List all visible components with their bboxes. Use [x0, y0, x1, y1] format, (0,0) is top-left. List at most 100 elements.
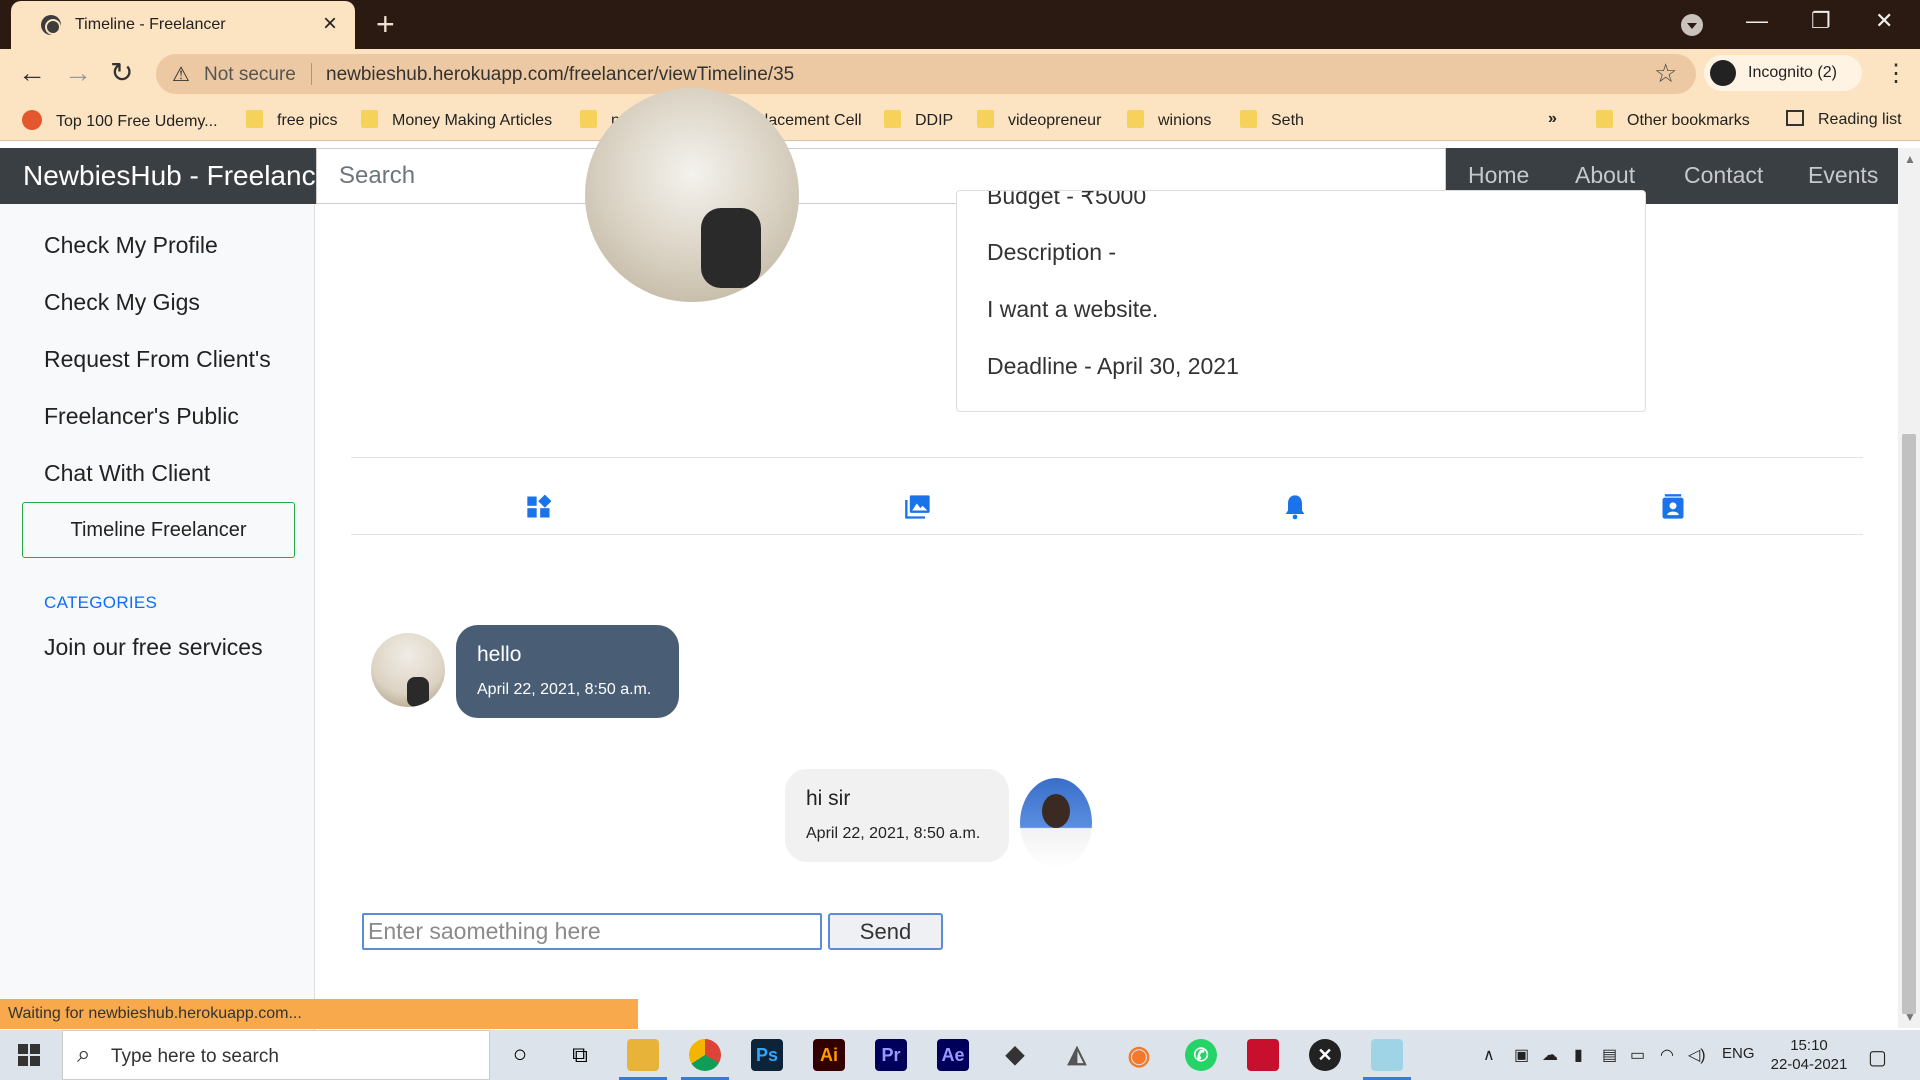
browser-tab[interactable]: Timeline - Freelancer ×	[11, 1, 355, 49]
wifi-icon[interactable]: ◠	[1660, 1045, 1674, 1065]
sidebar-item-chat[interactable]: Chat With Client	[44, 460, 210, 487]
bookmark-folder[interactable]: winions	[1127, 110, 1211, 130]
address-separator	[311, 63, 312, 85]
nav-about[interactable]: About	[1575, 162, 1635, 189]
loading-status: Waiting for newbieshub.herokuapp.com...	[0, 999, 638, 1029]
restore-icon[interactable]: ❐	[1811, 8, 1831, 34]
back-icon[interactable]: ←	[18, 59, 46, 87]
address-bar[interactable]: ⚠ Not secure newbieshub.herokuapp.com/fr…	[156, 54, 1696, 94]
incognito-profile-button[interactable]: Incognito (2)	[1704, 55, 1862, 91]
photoshop-icon[interactable]: Ps	[751, 1039, 783, 1071]
reading-list-icon	[1786, 110, 1804, 126]
task-view-icon[interactable]: ⧉	[564, 1039, 596, 1071]
onedrive-icon[interactable]: ☁	[1542, 1045, 1558, 1065]
tabs-bottom-divider	[351, 534, 1863, 535]
scrollbar-thumb[interactable]	[1902, 434, 1916, 1014]
bookmarks-overflow-button[interactable]: »	[1548, 110, 1557, 128]
bookmark-folder[interactable]: Seth	[1240, 110, 1304, 130]
job-details-card: Budget - ₹5000 Description - I want a we…	[956, 190, 1646, 412]
app-icon[interactable]: ◭	[1061, 1039, 1093, 1071]
menu-kebab-icon[interactable]: ⋮	[1884, 59, 1908, 88]
reload-icon[interactable]: ↻	[110, 59, 133, 87]
dashboard-icon[interactable]	[525, 493, 553, 521]
windows-start-icon[interactable]	[18, 1044, 40, 1066]
cortana-icon[interactable]: ○	[504, 1039, 536, 1071]
bookmark-folder[interactable]: Money Making Articles	[361, 110, 552, 130]
language-indicator[interactable]: ENG	[1722, 1045, 1755, 1062]
bell-icon[interactable]	[1281, 493, 1309, 521]
message-timestamp: April 22, 2021, 8:50 a.m.	[477, 681, 652, 698]
tab-search-icon[interactable]	[1681, 14, 1703, 36]
other-bookmarks[interactable]: Other bookmarks	[1596, 110, 1750, 130]
microphone-icon[interactable]: ▮	[1574, 1045, 1583, 1065]
battery-icon[interactable]: ▭	[1630, 1045, 1645, 1065]
tab-title: Timeline - Freelancer	[75, 16, 226, 33]
categories-heading: CATEGORIES	[44, 593, 158, 612]
job-description: I want a website.	[987, 296, 1159, 322]
volume-icon[interactable]: ◁)	[1688, 1045, 1706, 1065]
sidebar-item-gigs[interactable]: Check My Gigs	[44, 289, 200, 316]
taskbar-search[interactable]: ⌕ Type here to search	[62, 1030, 490, 1080]
whatsapp-icon[interactable]: ✆	[1185, 1039, 1217, 1071]
udemy-icon	[22, 110, 42, 130]
folder-icon	[977, 110, 994, 128]
clock-time: 15:10	[1790, 1037, 1828, 1054]
folder-icon	[1596, 110, 1613, 128]
illustrator-icon[interactable]: Ai	[813, 1039, 845, 1071]
send-button[interactable]: Send	[828, 913, 943, 950]
tray-app-icon[interactable]: ▣	[1514, 1045, 1529, 1065]
app-icon[interactable]	[1247, 1039, 1279, 1071]
tray-chevron-icon[interactable]: ∧	[1483, 1045, 1495, 1065]
bookmark-star-icon[interactable]: ☆	[1654, 58, 1677, 89]
file-explorer-icon[interactable]	[627, 1039, 659, 1071]
job-description-label: Description -	[987, 239, 1117, 265]
bookmark-folder[interactable]: videopreneur	[977, 110, 1101, 130]
site-brand[interactable]: NewbiesHub - Freelancer	[23, 160, 315, 192]
bookmark-folder[interactable]: free pics	[246, 110, 337, 130]
new-tab-button[interactable]: +	[376, 6, 395, 43]
clock-date: 22-04-2021	[1770, 1056, 1848, 1073]
nav-events[interactable]: Events	[1808, 162, 1878, 189]
notifications-icon[interactable]: ▢	[1868, 1045, 1887, 1070]
nav-contact[interactable]: Contact	[1684, 162, 1763, 189]
page-scrollbar[interactable]: ▲ ▼	[1898, 148, 1920, 1028]
nav-home[interactable]: Home	[1468, 162, 1529, 189]
incognito-icon	[1710, 60, 1736, 86]
contact-card-icon[interactable]	[1659, 493, 1687, 521]
sidebar-item-profile[interactable]: Check My Profile	[44, 232, 218, 259]
warning-icon[interactable]: ⚠	[172, 62, 190, 87]
sidebar-item-free-services[interactable]: Join our free services	[44, 634, 263, 661]
blender-icon[interactable]: ◉	[1123, 1039, 1155, 1071]
folder-icon	[1127, 110, 1144, 128]
premiere-icon[interactable]: Pr	[875, 1039, 907, 1071]
close-tab-icon[interactable]: ×	[323, 10, 337, 38]
search-icon: ⌕	[77, 1041, 91, 1068]
after-effects-icon[interactable]: Ae	[937, 1039, 969, 1071]
minimize-icon[interactable]: —	[1746, 8, 1768, 34]
browser-tab-strip: Timeline - Freelancer × + — ❐ ✕	[0, 0, 1920, 49]
app-icon[interactable]: ◆	[999, 1039, 1031, 1071]
images-icon[interactable]	[904, 493, 932, 521]
message-timestamp: April 22, 2021, 8:50 a.m.	[806, 825, 981, 842]
chrome-icon[interactable]	[689, 1039, 721, 1071]
scroll-up-icon[interactable]: ▲	[1904, 152, 1916, 166]
tray-app-icon[interactable]: ▤	[1602, 1045, 1617, 1065]
reading-list[interactable]: Reading list	[1786, 110, 1902, 129]
folder-icon	[361, 110, 378, 128]
incognito-label: Incognito (2)	[1748, 64, 1837, 81]
forward-icon[interactable]: →	[64, 59, 92, 87]
taskbar-clock[interactable]: 15:10 22-04-2021	[1769, 1036, 1849, 1074]
sidebar-item-public[interactable]: Freelancer's Public	[44, 403, 239, 430]
bookmark-item[interactable]: Top 100 Free Udemy...	[22, 110, 218, 131]
sidebar: Check My Profile Check My Gigs Request F…	[0, 204, 315, 1039]
app-icon[interactable]	[1371, 1039, 1403, 1071]
security-label[interactable]: Not secure	[204, 64, 296, 86]
bookmark-folder[interactable]: DDIP	[884, 110, 953, 130]
close-window-icon[interactable]: ✕	[1875, 8, 1893, 34]
url-text[interactable]: newbieshub.herokuapp.com/freelancer/view…	[326, 64, 794, 86]
scroll-down-icon[interactable]: ▼	[1904, 1010, 1916, 1024]
sidebar-item-timeline[interactable]: Timeline Freelancer	[22, 502, 295, 558]
chat-message-input[interactable]	[362, 913, 822, 950]
sidebar-item-requests[interactable]: Request From Client's	[44, 346, 271, 373]
xbox-icon[interactable]: ✕	[1309, 1039, 1341, 1071]
